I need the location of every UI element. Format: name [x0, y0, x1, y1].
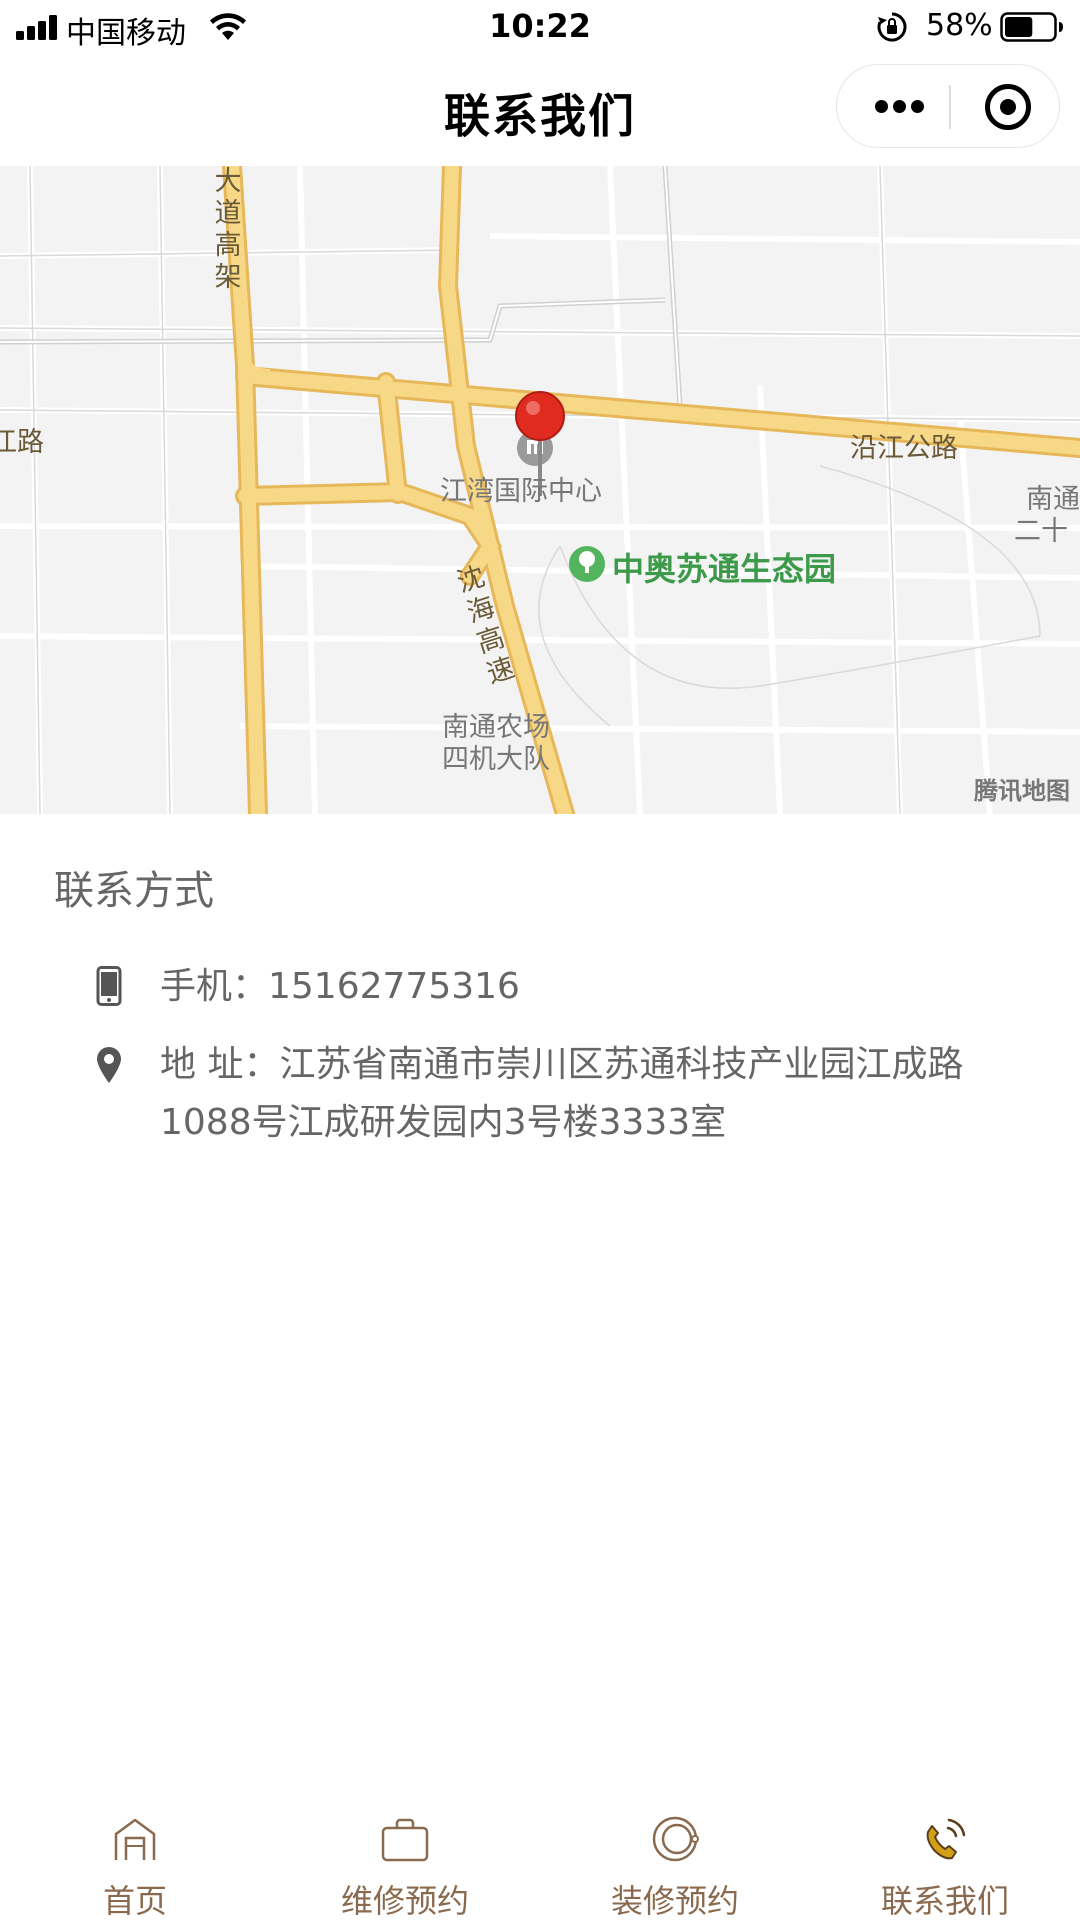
- status-bar: 中国移动 10:22 58%: [0, 0, 1080, 54]
- map-road-label-right: 沿江公路: [850, 433, 958, 464]
- rotation-lock-icon: [877, 12, 907, 42]
- location-marker-icon: [97, 1047, 121, 1083]
- mobile-phone-icon: [96, 966, 122, 1006]
- more-options-button[interactable]: [837, 65, 949, 147]
- address-text: 地 址：江苏省南通市崇川区苏通科技产业园江成路1088号江成研发园内3号楼333…: [160, 1044, 964, 1143]
- map-park-label: 中奥苏通生态园: [612, 550, 837, 588]
- contact-section-title: 联系方式: [54, 868, 214, 914]
- map-road-label-left: 江路: [0, 427, 44, 458]
- location-map[interactable]: 大道高架 江路 沿江公路 沈海高速 江湾国际中心 中奥苏通生态园 南通农场 四机…: [0, 166, 1080, 814]
- navigation-bar: 联系我们: [0, 54, 1080, 166]
- home-icon: [114, 1818, 156, 1860]
- battery-percent: 58%: [926, 8, 993, 43]
- map-edge-label-2: 二十: [1014, 516, 1068, 547]
- close-mini-program-button[interactable]: [985, 84, 1031, 130]
- tab-label: 维修预约: [340, 1882, 469, 1920]
- capsule-divider: [949, 85, 951, 129]
- tab-label: 联系我们: [880, 1882, 1009, 1920]
- bag-icon: [381, 1818, 429, 1862]
- phone-text: 手机：15162775316: [160, 966, 520, 1007]
- phone-call-icon: [926, 1818, 966, 1860]
- clock: 10:22: [489, 7, 591, 45]
- tab-bar: 首页 维修预约 装修预约 联系我们: [0, 1780, 1080, 1920]
- tab-repair-booking[interactable]: 维修预约: [270, 1780, 540, 1920]
- map-poi-label-south-1: 南通农场: [442, 712, 550, 743]
- map-edge-label-1: 南通: [1026, 484, 1080, 515]
- mini-program-capsule: [836, 64, 1060, 148]
- tab-label: 首页: [102, 1882, 167, 1920]
- tab-label: 装修预约: [610, 1882, 739, 1920]
- ring-icon: [652, 1816, 699, 1862]
- map-poi-label-south-2: 四机大队: [442, 744, 550, 775]
- tab-renovation-booking[interactable]: 装修预约: [540, 1780, 810, 1920]
- tab-contact-us[interactable]: 联系我们: [810, 1780, 1080, 1920]
- battery-icon: [1000, 12, 1063, 42]
- tab-home[interactable]: 首页: [0, 1780, 270, 1920]
- map-attribution: 腾讯地图: [974, 777, 1070, 805]
- map-poi-label-center: 江湾国际中心: [440, 476, 602, 507]
- map-road-label-left-vertical: 大道高架: [214, 166, 242, 293]
